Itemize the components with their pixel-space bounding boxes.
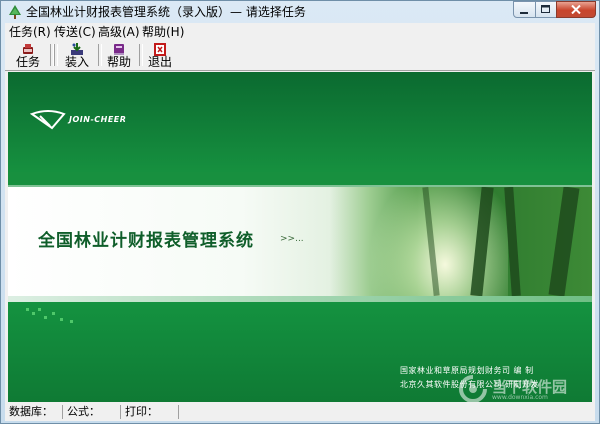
toolbar-task-button[interactable]: 任务 bbox=[9, 42, 47, 69]
decorative-dots bbox=[26, 308, 86, 328]
title-arrows: >>... bbox=[280, 234, 304, 244]
dot bbox=[26, 308, 29, 311]
dot bbox=[60, 318, 63, 321]
dot bbox=[52, 312, 55, 315]
client-area: 任务(R) 传送(C) 高级(A) 帮助(H) 任务 装入 帮助 退出 JOIN… bbox=[5, 23, 595, 421]
watermark-logo-icon bbox=[459, 375, 487, 402]
status-formula: 公式： bbox=[65, 405, 121, 419]
toolbar-load-label: 装入 bbox=[64, 55, 89, 69]
app-tree-icon bbox=[9, 5, 21, 19]
menu-help[interactable]: 帮助(H) bbox=[142, 25, 184, 39]
title-bar[interactable]: 全国林业计财报表管理系统（录入版）— 请选择任务 bbox=[1, 1, 599, 23]
application-window: 全国林业计财报表管理系统（录入版）— 请选择任务 任务(R) 传送(C) 高级(… bbox=[0, 0, 600, 424]
logo-mark-icon bbox=[30, 110, 66, 130]
minimize-button[interactable] bbox=[513, 1, 536, 18]
menu-bar: 任务(R) 传送(C) 高级(A) 帮助(H) bbox=[5, 23, 595, 41]
system-title: 全国林业计财报表管理系统 bbox=[38, 231, 254, 251]
watermark-url: www.downxia.com bbox=[492, 394, 548, 401]
menu-task[interactable]: 任务(R) bbox=[9, 25, 51, 39]
tree-trunk bbox=[548, 187, 580, 296]
menu-transfer[interactable]: 传送(C) bbox=[54, 25, 96, 39]
toolbar-help-label: 帮助 bbox=[106, 55, 131, 69]
watermark: 当下软件园 www.downxia.com bbox=[456, 374, 592, 402]
dot bbox=[32, 312, 35, 315]
toolbar-exit-label: 退出 bbox=[147, 55, 172, 69]
title-banner: 全国林业计财报表管理系统 >>... bbox=[8, 187, 592, 296]
toolbar-task-label: 任务 bbox=[15, 55, 40, 69]
status-database: 数据库： bbox=[7, 405, 63, 419]
splash-panel: JOIN-CHEER 全国林业计财报表管理系统 >>... 国家林业和草原局规划… bbox=[8, 72, 592, 402]
status-bar: 数据库： 公式： 打印： bbox=[5, 403, 595, 421]
close-icon bbox=[571, 5, 581, 14]
banner-bottom-line bbox=[8, 296, 592, 302]
maximize-button[interactable] bbox=[535, 1, 557, 18]
dot bbox=[70, 320, 73, 323]
toolbar: 任务 装入 帮助 退出 bbox=[5, 41, 595, 71]
dot bbox=[44, 316, 47, 319]
logo-text: JOIN-CHEER bbox=[69, 115, 127, 124]
menu-advanced[interactable]: 高级(A) bbox=[98, 25, 140, 39]
close-button[interactable] bbox=[556, 1, 596, 18]
window-title: 全国林业计财报表管理系统（录入版）— 请选择任务 bbox=[26, 5, 306, 19]
status-print: 打印： bbox=[123, 405, 179, 419]
minimize-icon bbox=[520, 11, 528, 14]
company-logo: JOIN-CHEER bbox=[30, 108, 126, 132]
dot bbox=[38, 308, 41, 311]
toolbar-exit-button[interactable]: 退出 bbox=[141, 42, 179, 69]
toolbar-load-button[interactable]: 装入 bbox=[58, 42, 96, 69]
maximize-icon bbox=[541, 5, 550, 13]
toolbar-help-button[interactable]: 帮助 bbox=[100, 42, 138, 69]
